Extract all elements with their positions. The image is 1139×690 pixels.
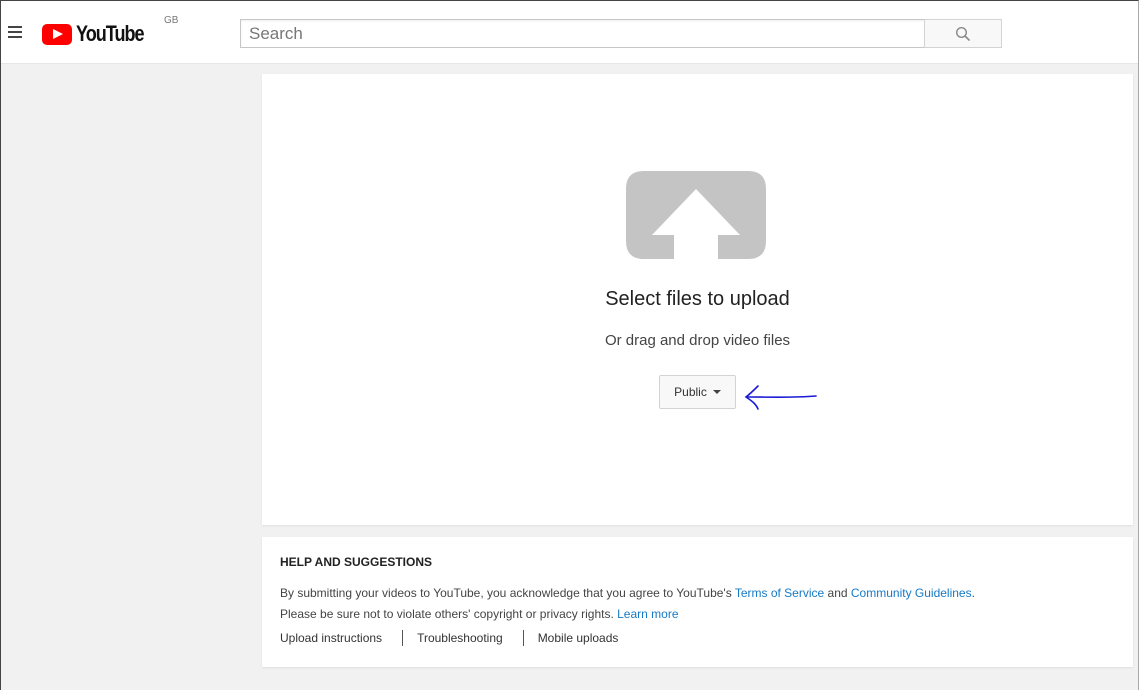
link-divider bbox=[522, 630, 524, 646]
help-links: Upload instructions Troubleshooting Mobi… bbox=[280, 630, 1115, 646]
search-button[interactable] bbox=[924, 19, 1002, 48]
troubleshooting-link[interactable]: Troubleshooting bbox=[417, 631, 503, 645]
help-line2-text: Please be sure not to violate others' co… bbox=[280, 607, 618, 621]
logo-text: YouTube bbox=[76, 21, 145, 46]
youtube-play-icon bbox=[42, 23, 72, 45]
search-input[interactable] bbox=[240, 19, 925, 48]
region-code: GB bbox=[164, 15, 179, 26]
masthead: YouTube GB bbox=[0, 0, 1139, 64]
search-icon bbox=[955, 26, 970, 41]
community-guidelines-link[interactable]: Community Guidelines bbox=[851, 586, 972, 600]
help-text: By submitting your videos to YouTube, yo… bbox=[280, 583, 1115, 625]
upload-subtitle: Or drag and drop video files bbox=[604, 332, 791, 349]
caret-down-icon bbox=[712, 390, 721, 394]
help-and-text: and bbox=[824, 586, 851, 600]
privacy-selected-label: Public bbox=[674, 385, 707, 399]
help-suggestions-card: HELP AND SUGGESTIONS By submitting your … bbox=[262, 537, 1133, 667]
upload-dropzone[interactable]: Select files to upload Or drag and drop … bbox=[262, 74, 1133, 525]
link-divider bbox=[402, 630, 404, 646]
hamburger-menu-icon[interactable] bbox=[8, 20, 28, 44]
help-period: . bbox=[971, 586, 975, 600]
learn-more-link[interactable]: Learn more bbox=[617, 607, 678, 621]
upload-arrow-icon[interactable] bbox=[626, 171, 766, 269]
privacy-dropdown[interactable]: Public bbox=[659, 375, 736, 409]
upload-instructions-link[interactable]: Upload instructions bbox=[280, 631, 382, 645]
help-heading: HELP AND SUGGESTIONS bbox=[280, 555, 433, 569]
youtube-logo[interactable]: YouTube bbox=[42, 21, 158, 46]
upload-title: Select files to upload bbox=[605, 288, 790, 310]
terms-of-service-link[interactable]: Terms of Service bbox=[735, 586, 824, 600]
help-line1-text: By submitting your videos to YouTube, yo… bbox=[280, 586, 735, 600]
mobile-uploads-link[interactable]: Mobile uploads bbox=[538, 631, 619, 645]
